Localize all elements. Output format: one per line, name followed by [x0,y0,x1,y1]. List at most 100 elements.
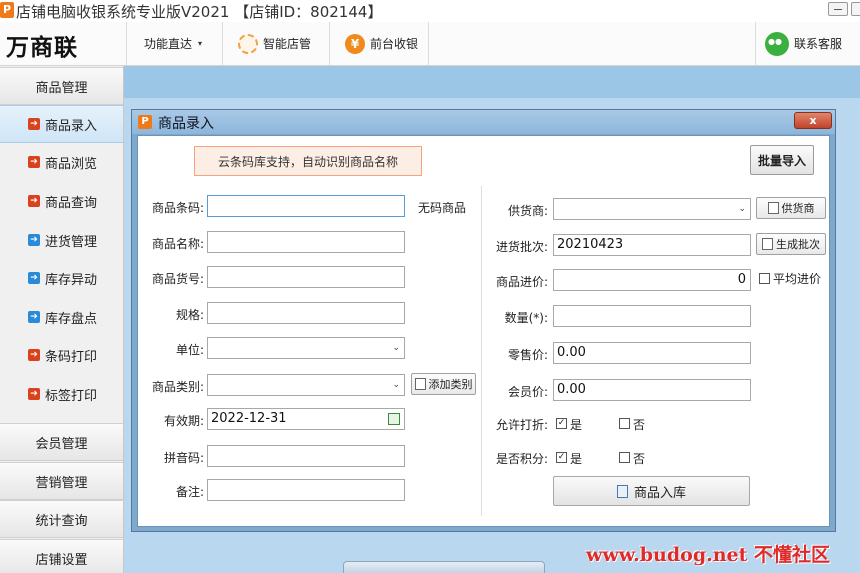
product-name-input[interactable] [207,231,405,253]
spec-input[interactable] [207,302,405,324]
arrow-right-icon: ➔ [28,195,40,207]
arrow-right-icon: ➔ [28,388,40,400]
allow-discount-no-label: 否 [633,418,646,432]
app-icon: P [0,2,14,18]
sidebar-item-label: 商品查询 [45,195,98,211]
supplier-button[interactable]: 供货商 [756,197,826,219]
add-category-label: 添加类别 [428,378,473,391]
smart-store-icon [238,33,258,54]
batch-label: 进货批次: [495,240,548,254]
close-window-button[interactable] [851,2,860,16]
stock-in-button[interactable]: 商品入库 [553,476,750,506]
category-select[interactable]: ⌄ [207,374,405,396]
sidebar-section-member[interactable]: 会员管理 [0,423,123,461]
sidebar-section-statistics[interactable]: 统计查询 [0,500,123,538]
chevron-down-icon: ⌄ [392,380,400,390]
arrow-right-icon: ➔ [28,272,40,284]
calendar-icon[interactable] [388,413,400,425]
generate-batch-label: 生成批次 [776,238,820,251]
remark-input[interactable] [207,479,405,501]
barcode-input[interactable] [207,195,405,217]
sidebar-item-product-query[interactable]: ➔ 商品查询 [0,182,123,220]
sku-input[interactable] [207,266,405,288]
batch-import-button[interactable]: 批量导入 [750,145,814,175]
allow-discount-yes-checkbox[interactable]: ✓ [556,418,567,429]
sidebar-item-label: 条码打印 [45,349,98,365]
arrow-right-icon: ➔ [28,118,40,130]
front-cashier-label: 前台收银 [370,37,419,51]
product-name-label: 商品名称: [151,237,204,251]
toolbar-divider [329,22,330,65]
quantity-input[interactable] [553,305,751,327]
sidebar-item-purchase[interactable]: ➔ 进货管理 [0,221,123,259]
workspace-header-band [124,66,860,98]
sidebar-item-stocktake[interactable]: ➔ 库存盘点 [0,298,123,336]
brand-logo: 万商联 [6,35,78,61]
no-barcode-link[interactable]: 无码商品 [418,199,466,216]
generate-batch-button[interactable]: 生成批次 [756,233,826,255]
avg-cost-checkbox[interactable] [759,273,770,284]
arrow-right-icon: ➔ [28,349,40,361]
allow-discount-no-checkbox[interactable] [619,418,630,429]
sidebar-item-product-browse[interactable]: ➔ 商品浏览 [0,143,123,181]
supplier-card-icon [767,202,779,214]
sidebar-item-label: 进货管理 [45,234,98,250]
toolbar-divider [222,22,223,65]
smart-store-button[interactable]: 智能店管 [238,22,311,65]
func-shortcut-button[interactable]: 功能直达 ▾ [144,22,202,65]
cost-price-input[interactable]: 0 [553,269,751,291]
sidebar-item-stock-change[interactable]: ➔ 库存异动 [0,259,123,297]
document-icon [616,484,628,498]
add-category-button[interactable]: 添加类别 [411,373,476,395]
earn-points-no-checkbox[interactable] [619,452,630,463]
dialog-title: 商品录入 [158,116,214,132]
minimize-button[interactable] [828,2,848,16]
sidebar-item-product-entry[interactable]: ➔ 商品录入 [0,105,123,143]
barcode-label: 商品条码: [151,201,204,215]
sidebar-item-barcode-print[interactable]: ➔ 条码打印 [0,336,123,374]
sidebar: 商品管理 ➔ 商品录入 ➔ 商品浏览 ➔ 商品查询 ➔ 进货管理 ➔ 库存异动 … [0,66,124,573]
chevron-down-icon: ⌄ [392,343,400,353]
supplier-button-label: 供货商 [781,202,815,215]
toolbar-divider [126,22,127,65]
quantity-label: 数量(*): [504,311,548,325]
sidebar-section-marketing[interactable]: 营销管理 [0,462,123,500]
batch-input[interactable]: 20210423 [553,234,751,256]
cost-price-label: 商品进价: [495,275,548,289]
add-document-icon [414,378,426,390]
sidebar-item-label-print[interactable]: ➔ 标签打印 [0,375,123,413]
smart-store-label: 智能店管 [263,37,312,51]
toolbar: 万商联 功能直达 ▾ 智能店管 前台收银 联系客服 [0,22,860,66]
toolbar-divider [428,22,429,65]
cashier-icon [345,33,365,54]
sidebar-section-store-settings[interactable]: 店铺设置 [0,539,123,573]
supplier-select[interactable]: ⌄ [553,198,751,220]
unit-select[interactable]: ⌄ [207,337,405,359]
retail-price-input[interactable]: 0.00 [553,342,751,364]
func-shortcut-label: 功能直达 [144,37,193,51]
spec-label: 规格: [175,308,204,322]
site-watermark: www.budog.net 不懂社区 [586,544,831,566]
sidebar-section-product[interactable]: 商品管理 [0,67,123,105]
allow-discount-yes-label: 是 [570,418,583,432]
stock-in-label: 商品入库 [633,485,686,501]
front-cashier-button[interactable]: 前台收银 [345,22,418,65]
expiry-label: 有效期: [163,414,204,428]
earn-points-no-label: 否 [633,452,646,466]
unit-label: 单位: [175,343,204,357]
window-title: 店铺电脑收银系统专业版V2021 【店铺ID：802144】 [16,3,383,21]
chevron-down-icon: ⌄ [738,204,746,214]
expiry-date-picker[interactable]: 2022-12-31 [207,408,405,430]
supplier-label: 供货商: [507,204,548,218]
contact-service-button[interactable]: 联系客服 [765,22,842,65]
earn-points-yes-checkbox[interactable]: ✓ [556,452,567,463]
dialog-close-button[interactable]: x [794,112,832,129]
member-price-label: 会员价: [507,385,548,399]
toolbar-divider [755,22,756,65]
member-price-input[interactable]: 0.00 [553,379,751,401]
arrow-right-icon: ➔ [28,234,40,246]
pinyin-input[interactable] [207,445,405,467]
sidebar-item-label: 商品浏览 [45,156,98,172]
sidebar-item-label: 商品录入 [45,118,98,134]
bottom-panel-tab[interactable] [343,561,545,573]
